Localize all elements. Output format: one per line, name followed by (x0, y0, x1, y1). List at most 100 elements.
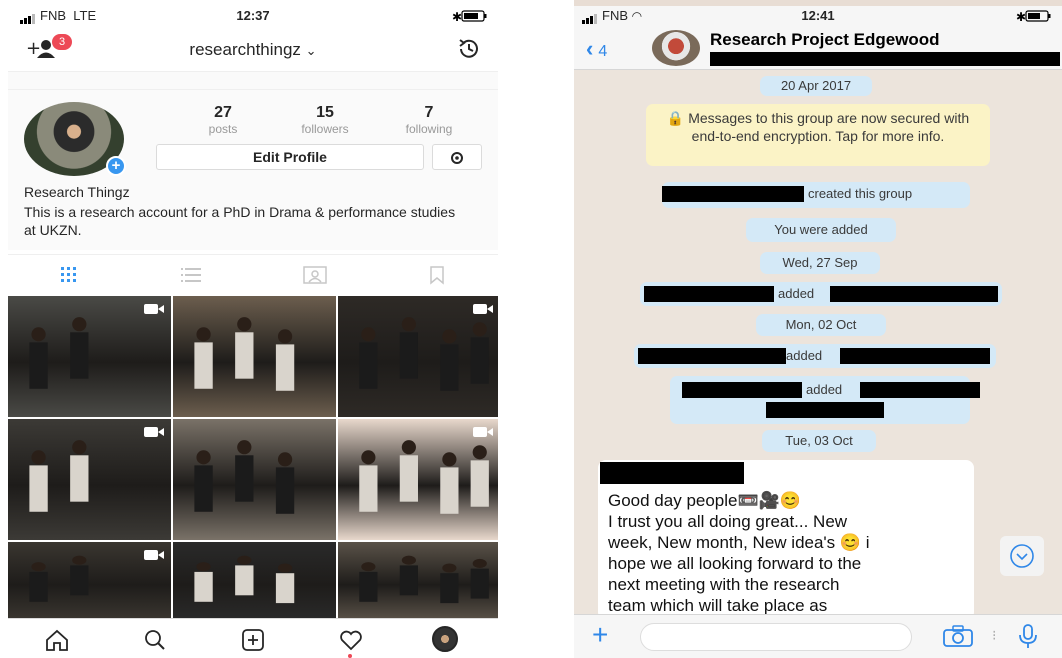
system-message: added (670, 376, 980, 424)
bottom-nav (8, 618, 498, 658)
gap (498, 0, 574, 658)
chat-body: 20 Apr 2017 🔒 Messages to this group are… (574, 70, 1062, 620)
photo-content (359, 555, 489, 604)
svg-text:✱: ✱ (1016, 10, 1026, 23)
added-text: added (806, 382, 843, 397)
message-input[interactable] (640, 623, 912, 651)
post-thumbnail[interactable] (8, 542, 171, 618)
added-text: added (778, 286, 815, 301)
redacted-name (860, 382, 980, 398)
camera-icon[interactable] (942, 625, 974, 647)
bio-text: This is a research account for a PhD in … (24, 204, 456, 238)
heart-icon[interactable] (338, 628, 364, 652)
chevron-down-icon: ⌄ (305, 43, 317, 58)
video-icon (144, 550, 164, 560)
divider-dots: ⁝ (992, 627, 997, 643)
archive-history-icon[interactable] (456, 36, 482, 62)
followers-count: 15 (316, 104, 334, 121)
group-avatar[interactable] (652, 30, 700, 66)
redacted-name (682, 382, 802, 398)
video-icon (473, 427, 493, 437)
profile-avatar[interactable] (432, 626, 458, 652)
post-thumbnail[interactable] (338, 542, 498, 618)
followers-stat[interactable]: 15 followers (280, 104, 370, 136)
home-icon[interactable] (44, 628, 70, 652)
header-divider (8, 72, 498, 90)
grid-icon[interactable] (56, 265, 82, 285)
date-chip: 20 Apr 2017 (760, 76, 872, 96)
list-icon[interactable] (178, 265, 204, 285)
photo-content (194, 317, 295, 391)
system-message: You were added (746, 218, 896, 242)
redacted-participants (710, 52, 1060, 66)
svg-text:✱: ✱ (452, 10, 462, 23)
composer-bar: + ⁝ (574, 614, 1062, 658)
post-thumbnail[interactable] (8, 419, 171, 540)
added-text: added (786, 348, 823, 363)
search-icon[interactable] (142, 628, 168, 652)
username-label: researchthingz (189, 40, 301, 59)
message-line: Good day people📼🎥😊 (608, 491, 801, 510)
post-thumbnail[interactable] (338, 419, 498, 540)
posts-label: posts (208, 122, 238, 136)
status-bar: FNB LTE 12:37 ✱ (8, 6, 498, 26)
posts-stat[interactable]: 27 posts (178, 104, 268, 136)
post-thumbnail[interactable] (173, 419, 336, 540)
battery-icon: ✱ (452, 10, 487, 23)
saved-icon[interactable] (424, 265, 450, 285)
message-line: week, New month, New idea's 😊 i (608, 533, 870, 552)
whatsapp-screen: FNB ◠ 12:41 ✱ ‹ 4 Research Project Edgew… (574, 0, 1062, 658)
profile-section: + 27 posts 15 followers 7 following Edit… (8, 90, 498, 250)
encryption-notice[interactable]: 🔒 Messages to this group are now secured… (646, 104, 990, 166)
activity-dot (348, 654, 352, 658)
add-post-icon[interactable] (240, 628, 266, 652)
message-line: hope we all looking forward to the (608, 554, 862, 573)
post-thumbnail[interactable] (8, 296, 171, 417)
chevron-down-icon (1010, 544, 1034, 568)
message-line: team which will take place as (608, 596, 828, 615)
redacted-name (766, 402, 884, 418)
redacted-name (644, 286, 774, 302)
system-message: added (640, 282, 1002, 306)
tagged-icon[interactable] (302, 265, 328, 285)
posts-grid (8, 296, 498, 618)
status-time: 12:41 (801, 8, 835, 23)
date-chip: Mon, 02 Oct (756, 314, 886, 336)
message-line: next meeting with the research (608, 575, 840, 594)
followers-label: followers (301, 122, 349, 136)
redacted-name (638, 348, 786, 364)
redacted-name (840, 348, 990, 364)
post-thumbnail[interactable] (173, 542, 336, 618)
following-stat[interactable]: 7 following (384, 104, 474, 136)
created-group-text: created this group (808, 186, 913, 201)
profile-header-bar: + 3 researchthingz ⌄ (8, 26, 498, 72)
photo-content (194, 440, 295, 514)
gear-icon (451, 152, 463, 165)
following-label: following (405, 122, 453, 136)
status-bar: FNB ◠ 12:41 ✱ (574, 6, 1062, 26)
account-switcher[interactable]: researchthingz ⌄ (8, 40, 498, 60)
settings-button[interactable] (432, 144, 482, 170)
microphone-icon[interactable] (1016, 623, 1040, 649)
post-thumbnail[interactable] (173, 296, 336, 417)
video-icon (144, 427, 164, 437)
back-button[interactable]: ‹ 4 (586, 36, 607, 62)
post-thumbnail[interactable] (338, 296, 498, 417)
unread-count: 4 (598, 43, 608, 60)
incoming-message[interactable]: Good day people📼🎥😊 I trust you all doing… (598, 460, 974, 620)
system-message: created this group (662, 182, 970, 208)
photo-content (194, 555, 295, 604)
attach-button[interactable]: + (592, 621, 608, 649)
instagram-screen: FNB LTE 12:37 ✱ + 3 researchthingz ⌄ + 2… (8, 0, 498, 658)
video-icon (473, 304, 493, 314)
edit-profile-button[interactable]: Edit Profile (156, 144, 424, 170)
profile-stats: 27 posts 15 followers 7 following (158, 104, 488, 144)
scroll-down-button[interactable] (1000, 536, 1044, 576)
chevron-left-icon: ‹ (586, 36, 594, 61)
system-message: added (634, 344, 996, 368)
group-name[interactable]: Research Project Edgewood (710, 30, 940, 50)
add-story-icon[interactable]: + (106, 156, 126, 176)
bio-name: Research Thingz (24, 184, 130, 200)
date-chip: Tue, 03 Oct (762, 430, 876, 452)
video-icon (144, 304, 164, 314)
